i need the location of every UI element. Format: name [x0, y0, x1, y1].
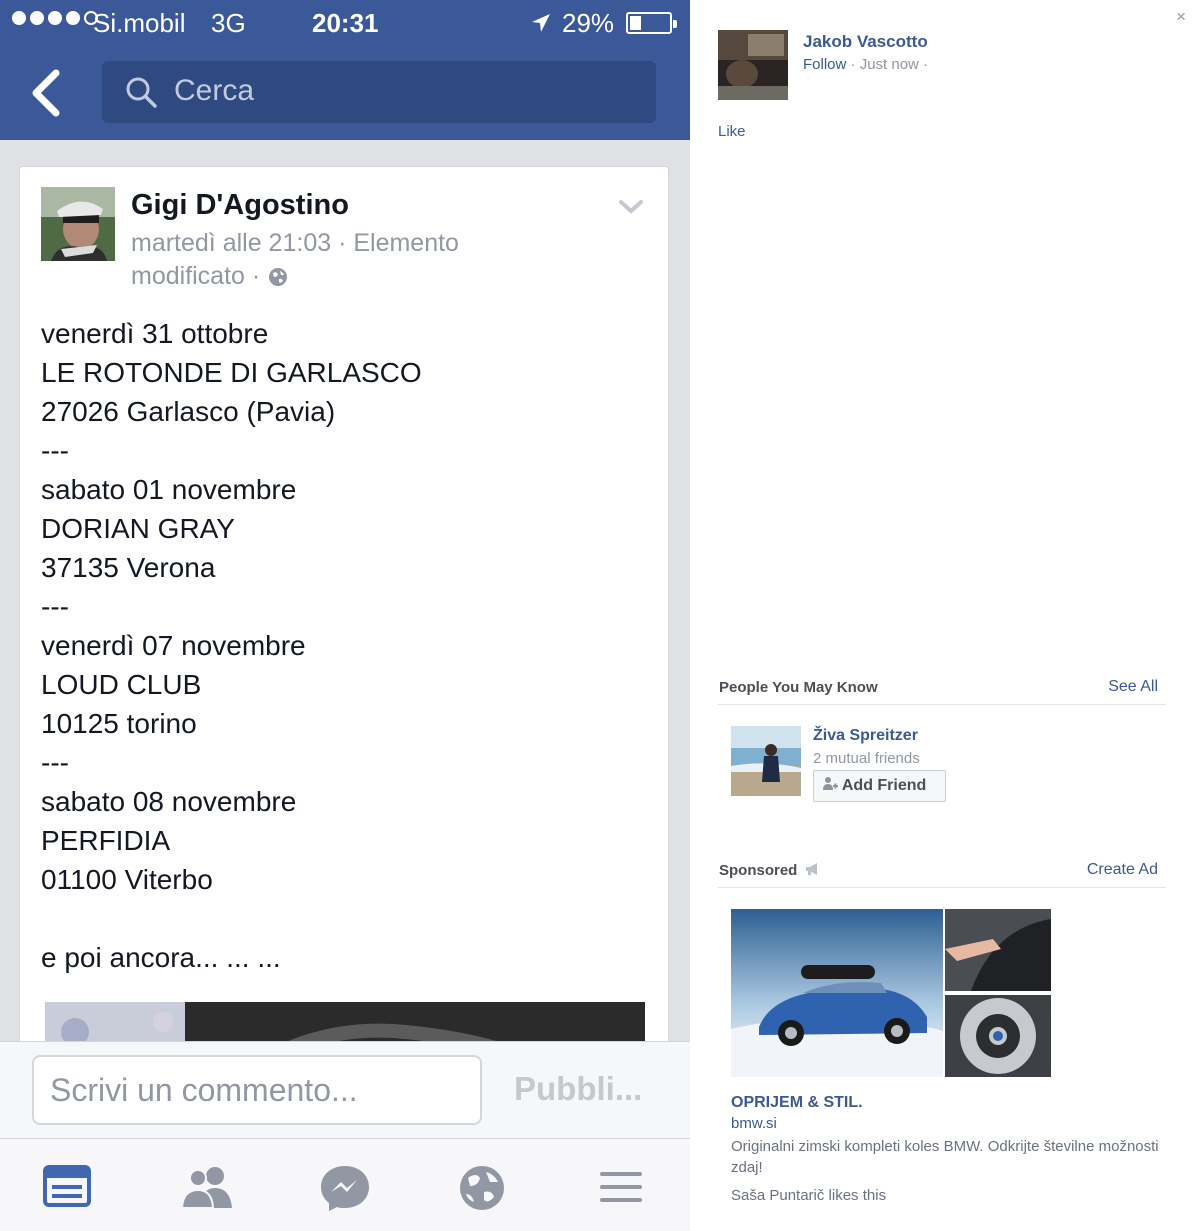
mutual-friends-link[interactable]: 2 mutual friends — [813, 750, 920, 767]
post-body-line: 01100 Viterbo — [41, 864, 213, 895]
author-avatar[interactable] — [41, 187, 115, 261]
post-body-line: 10125 torino — [41, 708, 197, 739]
status-bar: Si.mobil 3G 20:31 29% — [0, 0, 690, 46]
battery-icon — [626, 12, 677, 34]
messenger-icon — [321, 1166, 369, 1211]
post-body-line: 37135 Verona — [41, 552, 216, 583]
globe-icon — [269, 267, 288, 286]
globe-icon — [460, 1166, 504, 1210]
right-sidebar: × Jakob Vascotto Follow · Just now · Lik… — [690, 0, 1200, 1231]
sponsored-header: Sponsored Create Ad — [718, 858, 1166, 888]
publish-button[interactable]: Pubbli... — [514, 1070, 642, 1108]
back-button[interactable] — [26, 68, 70, 118]
bottom-tab-bar — [0, 1138, 690, 1231]
tab-friends[interactable] — [180, 1164, 232, 1210]
tab-more[interactable] — [598, 1164, 648, 1210]
tab-messenger[interactable] — [319, 1164, 369, 1211]
ad-image[interactable] — [731, 909, 1051, 1077]
menu-icon — [600, 1172, 642, 1202]
post-body-text: venerdì 31 ottobre LE ROTONDE DI GARLASCO… — [41, 314, 641, 977]
post-author-name[interactable]: Gigi D'Agostino — [131, 189, 349, 222]
tab-news-feed[interactable] — [42, 1164, 92, 1210]
top-navigation-bar: Cerca — [0, 46, 690, 140]
tab-notifications[interactable] — [458, 1164, 508, 1210]
like-link[interactable]: Like — [718, 123, 746, 140]
post-body-line: e poi ancora... ... ... — [41, 942, 281, 973]
post-body-line: --- — [41, 435, 69, 466]
post-body-line: sabato 08 novembre — [41, 786, 297, 817]
ad-domain[interactable]: bmw.si — [731, 1115, 777, 1132]
follow-link[interactable]: Follow — [803, 56, 846, 73]
post-body-line — [41, 899, 641, 938]
search-input[interactable]: Cerca — [102, 61, 656, 123]
story-author-name[interactable]: Jakob Vascotto — [803, 32, 928, 52]
comment-input[interactable]: Scrivi un commento... — [32, 1055, 482, 1125]
post-meta-line: martedì alle 21:03 · Elemento — [131, 229, 459, 257]
see-all-link[interactable]: See All — [1108, 678, 1158, 696]
network-type: 3G — [211, 8, 246, 38]
post-body-line: sabato 01 novembre — [41, 474, 297, 505]
post-meta-line: modificato · — [131, 262, 261, 290]
post-body-line: LOUD CLUB — [41, 669, 202, 700]
add-friend-icon — [823, 777, 838, 790]
battery-level-fill — [630, 16, 641, 30]
pymk-name[interactable]: Živa Spreitzer — [813, 727, 918, 745]
carrier-name: Si.mobil — [93, 8, 186, 38]
add-friend-button[interactable]: Add Friend — [813, 770, 946, 802]
post-card: Gigi D'Agostino martedì alle 21:03 · Ele… — [19, 166, 669, 1087]
clock: 20:31 — [312, 8, 379, 38]
post-body-line: venerdì 07 novembre — [41, 630, 306, 661]
search-icon — [126, 77, 157, 108]
sponsored-title: Sponsored — [719, 862, 821, 879]
location-arrow-icon — [530, 10, 552, 41]
comment-composer: Scrivi un commento... Pubbli... — [0, 1041, 690, 1138]
post-timestamp: martedì alle 21:03 · Elemento modificato… — [131, 227, 511, 293]
close-icon[interactable]: × — [1176, 7, 1186, 27]
mobile-app-screenshot: Si.mobil 3G 20:31 29% Cerca Gigi D'Agost… — [0, 0, 690, 1231]
ad-social-context: Saša Puntarič likes this — [731, 1187, 887, 1204]
pymk-profile-photo[interactable] — [731, 726, 801, 796]
signal-strength-icon — [12, 11, 98, 25]
post-body-line: PERFIDIA — [41, 825, 171, 856]
post-body-line: LE ROTONDE DI GARLASCO — [41, 357, 422, 388]
megaphone-icon — [805, 863, 817, 875]
post-body-line: 27026 Garlasco (Pavia) — [41, 396, 336, 427]
ad-title[interactable]: OPRIJEM & STIL. — [731, 1094, 863, 1112]
ad-description: Originalni zimski kompleti koles BMW. Od… — [731, 1138, 1159, 1176]
post-body-line: venerdì 31 ottobre — [41, 318, 269, 349]
post-body-line: DORIAN GRAY — [41, 513, 235, 544]
story-meta: Follow · Just now · — [803, 56, 928, 73]
news-feed-icon — [43, 1165, 91, 1207]
story-thumbnail[interactable] — [718, 30, 788, 100]
post-body-line: --- — [41, 591, 69, 622]
search-placeholder: Cerca — [174, 74, 255, 107]
friends-icon — [180, 1167, 232, 1209]
chevron-left-icon — [32, 69, 60, 117]
pymk-title: People You May Know — [719, 679, 878, 696]
battery-percent: 29% — [562, 8, 615, 38]
add-friend-label: Add Friend — [841, 777, 927, 794]
create-ad-link[interactable]: Create Ad — [1087, 861, 1158, 879]
story-timestamp: · Just now · — [846, 56, 929, 73]
pymk-header: People You May Know See All — [718, 675, 1166, 705]
post-options-chevron-icon[interactable] — [618, 199, 644, 220]
post-body-line: --- — [41, 747, 69, 778]
